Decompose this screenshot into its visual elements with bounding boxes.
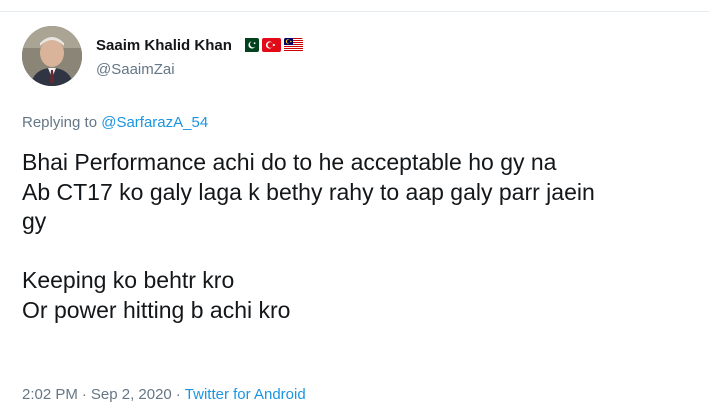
tweet-date[interactable]: Sep 2, 2020 [91,386,172,403]
pakistan-flag-icon [239,38,259,52]
avatar[interactable] [22,26,82,86]
tweet-source-link[interactable]: Twitter for Android [185,386,306,403]
tweet-line: Keeping ko behtr kro [22,267,235,293]
replying-to-label: Replying to [22,114,98,131]
flag-emojis [239,38,303,52]
meta-separator: · [81,386,87,403]
turkey-flag-icon [261,38,281,52]
tweet-line: gy [22,208,47,234]
tweet-meta: 2:02 PM · Sep 2, 2020 · Twitter for Android [22,386,306,403]
reply-mention-link[interactable]: @SarfarazA_54 [101,114,208,131]
profile-photo-icon [22,26,82,86]
author-handle[interactable]: @SaaimZai [96,61,175,78]
author-name-row[interactable]: Saaim Khalid Khan [96,35,303,55]
author-display-name[interactable]: Saaim Khalid Khan [96,37,232,54]
tweet-line: Bhai Performance achi do to he acceptabl… [22,149,557,175]
tweet-text: Bhai Performance achi do to he acceptabl… [22,148,709,325]
tweet-line: Ab CT17 ko galy laga k bethy rahy to aap… [22,178,595,205]
top-divider [0,11,709,12]
replying-to-line: Replying to @SarfarazA_54 [22,114,208,131]
tweet-time[interactable]: 2:02 PM [22,386,78,403]
malaysia-flag-icon [283,38,303,52]
tweet-line: Or power hitting b achi kro [22,296,291,323]
meta-separator: · [175,386,181,403]
